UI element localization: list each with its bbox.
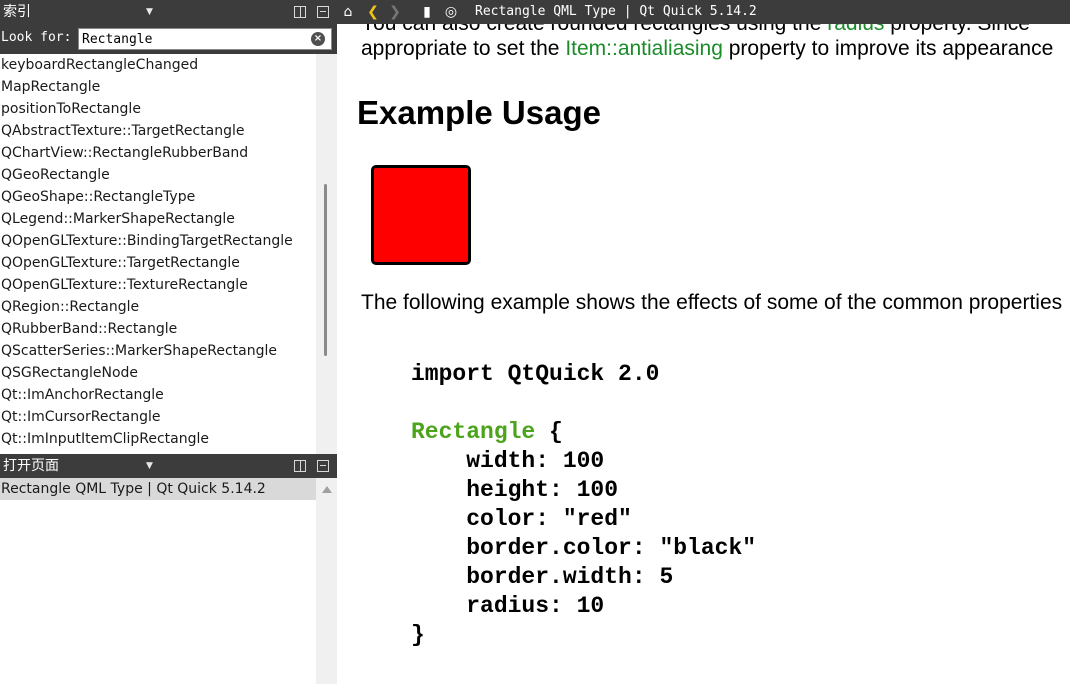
- index-list-item[interactable]: Qt::ImInputItemClipRectangle: [0, 428, 316, 450]
- index-list-item[interactable]: QChartView::RectangleRubberBand: [0, 142, 316, 164]
- open-pages-titlebar: 打开页面 ▼: [0, 454, 337, 478]
- code-line: radius: 10: [411, 593, 605, 619]
- code-line: color: "red": [411, 506, 632, 532]
- code-props: width: 100 height: 100 color: "red" bord…: [411, 447, 756, 621]
- paragraph-rounded-rectangles: You can also create rounded rectangles u…: [361, 24, 1030, 36]
- help-toolbar: ⌂ ❮ ❯ ▮ ◎ Rectangle QML Type | Qt Quick …: [337, 0, 1070, 24]
- index-list-item[interactable]: QScatterSeries::MarkerShapeRectangle: [0, 340, 316, 362]
- code-line: height: 100: [411, 477, 619, 503]
- index-list-item[interactable]: QOpenGLTexture::BindingTargetRectangle: [0, 230, 316, 252]
- open-pages-scrollbar[interactable]: [316, 478, 337, 684]
- paragraph-example: The following example shows the effects …: [361, 291, 1063, 314]
- index-panel-titlebar: 索引 ▼: [0, 0, 337, 24]
- code-line: import QtQuick 2.0: [411, 361, 660, 387]
- look-for-bar: Look for: ×: [0, 24, 337, 54]
- chevron-down-icon[interactable]: ▼: [146, 454, 153, 478]
- index-list-item[interactable]: QRegion::Rectangle: [0, 296, 316, 318]
- code-type-name: Rectangle: [411, 419, 536, 445]
- code-line: border.color: "black": [411, 535, 757, 561]
- index-list-item[interactable]: QOpenGLTexture::TextureRectangle: [0, 274, 316, 296]
- index-panel-title: 索引: [3, 4, 31, 20]
- index-list-item[interactable]: keyboardRectangleChanged: [0, 54, 316, 76]
- paragraph-text: appropriate to set the: [361, 37, 566, 60]
- index-list-item[interactable]: QAbstractTexture::TargetRectangle: [0, 120, 316, 142]
- document-content: You can also create rounded rectangles u…: [338, 24, 1070, 684]
- example-rectangle-image: [371, 165, 471, 265]
- forward-icon[interactable]: ❯: [385, 0, 405, 24]
- index-scrollbar[interactable]: [316, 54, 337, 454]
- open-pages-list: Rectangle QML Type | Qt Quick 5.14.2: [0, 478, 316, 684]
- index-list-item[interactable]: QOpenGLTexture::TargetRectangle: [0, 252, 316, 274]
- open-pages-title: 打开页面: [3, 458, 59, 474]
- index-list-item[interactable]: QGeoShape::RectangleType: [0, 186, 316, 208]
- radius-link[interactable]: radius: [827, 24, 884, 35]
- clear-search-icon[interactable]: ×: [311, 32, 325, 46]
- index-list-item[interactable]: QRubberBand::Rectangle: [0, 318, 316, 340]
- split-icon[interactable]: [294, 460, 306, 472]
- bookmark-icon[interactable]: ▮: [417, 0, 437, 24]
- index-list-item[interactable]: Qt::ImAnchorRectangle: [0, 384, 316, 406]
- code-line: }: [411, 622, 425, 648]
- globe-icon[interactable]: ◎: [441, 0, 461, 24]
- left-sidebar: 索引 ▼ Look for: × keyboardRectangleChange…: [0, 0, 337, 684]
- scroll-up-arrow-icon[interactable]: [322, 486, 332, 493]
- antialiasing-link[interactable]: Item::antialiasing: [565, 37, 723, 60]
- home-icon[interactable]: ⌂: [338, 0, 358, 24]
- index-list-item[interactable]: MapRectangle: [0, 76, 316, 98]
- search-input[interactable]: [78, 28, 332, 50]
- split-icon[interactable]: [294, 6, 306, 18]
- paragraph-text: You can also create rounded rectangles u…: [361, 24, 827, 35]
- paragraph-text: property. Since: [884, 24, 1030, 35]
- chevron-down-icon[interactable]: ▼: [146, 0, 153, 24]
- index-list: keyboardRectangleChanged MapRectangle posi…: [0, 54, 316, 454]
- close-panel-icon[interactable]: [317, 6, 329, 18]
- code-block: import QtQuick 2.0 Rectangle { width: 10…: [411, 360, 756, 650]
- look-for-label: Look for:: [1, 30, 72, 45]
- open-page-item[interactable]: Rectangle QML Type | Qt Quick 5.14.2: [0, 478, 316, 500]
- back-icon[interactable]: ❮: [363, 0, 383, 24]
- section-heading: Example Usage: [357, 94, 601, 131]
- paragraph-text: property to improve its appearance: [722, 37, 1054, 60]
- index-list-item[interactable]: QLegend::MarkerShapeRectangle: [0, 208, 316, 230]
- code-line: width: 100: [411, 448, 605, 474]
- index-list-item[interactable]: QSGRectangleNode: [0, 362, 316, 384]
- index-scrollbar-thumb[interactable]: [324, 184, 327, 356]
- code-line: border.width: 5: [411, 564, 674, 590]
- index-list-item[interactable]: QGeoRectangle: [0, 164, 316, 186]
- index-list-item[interactable]: Qt::ImCursorRectangle: [0, 406, 316, 428]
- index-list-item[interactable]: positionToRectangle: [0, 98, 316, 120]
- close-panel-icon[interactable]: [317, 460, 329, 472]
- document-title[interactable]: Rectangle QML Type | Qt Quick 5.14.2: [475, 0, 757, 24]
- code-line: Rectangle {: [411, 418, 756, 447]
- code-brace: {: [535, 419, 563, 445]
- paragraph-antialiasing: appropriate to set the Item::antialiasin…: [361, 37, 1053, 61]
